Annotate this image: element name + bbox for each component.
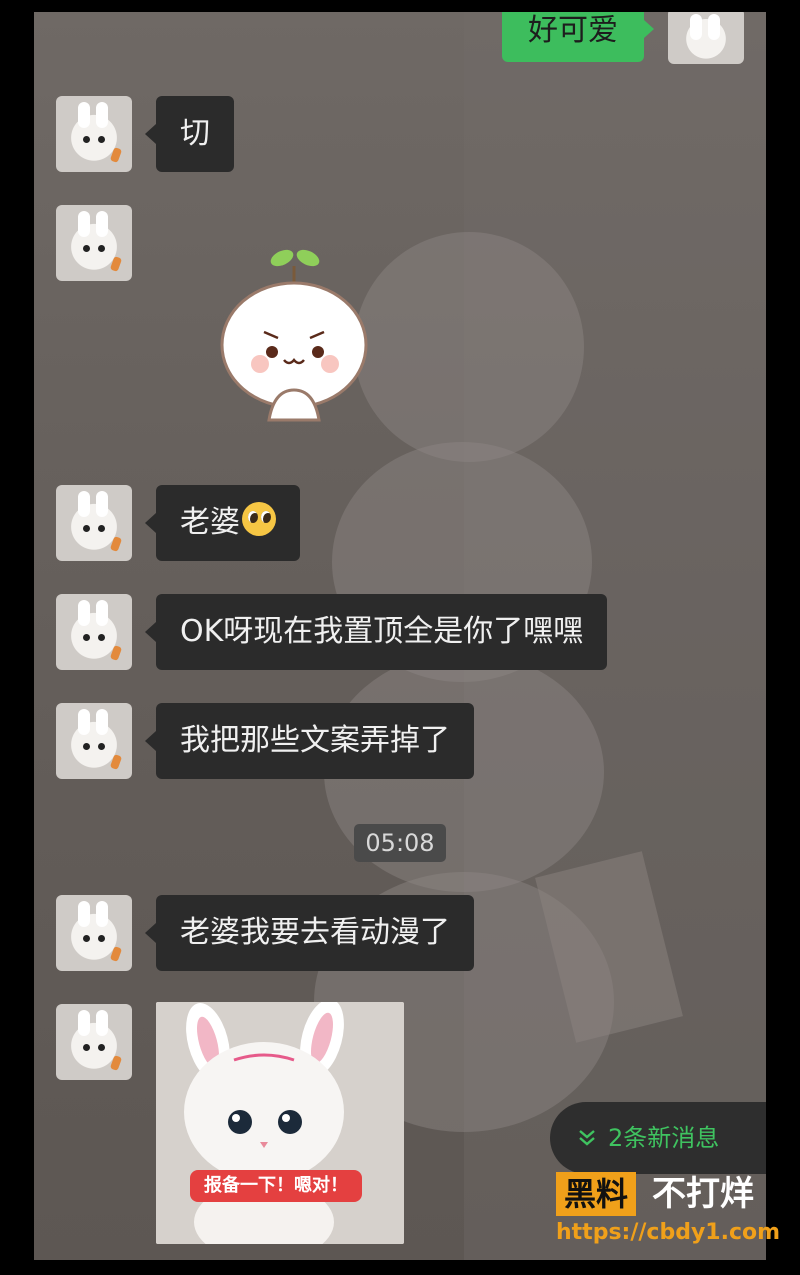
pleading-face-icon xyxy=(242,502,276,536)
message-text: 我把那些文案弄掉了 xyxy=(180,723,450,758)
new-messages-button[interactable]: 2条新消息 xyxy=(550,1102,766,1174)
my-message-bubble[interactable]: 好可爱 xyxy=(502,12,654,62)
my-message-text: 好可爱 xyxy=(528,13,618,48)
my-avatar[interactable] xyxy=(668,12,744,64)
message-text: 老婆我要去看动漫了 xyxy=(180,915,450,950)
chat-screen: 好可爱 切 老婆 OK呀现在我置顶全是你了嘿嘿 我把那些文案弄掉了 05:08 … xyxy=(34,12,766,1260)
contact-avatar[interactable] xyxy=(56,205,132,281)
avatar-ear xyxy=(708,14,720,40)
cat-photo-image xyxy=(156,1002,404,1244)
message-text: 切 xyxy=(180,116,210,151)
message-bubble[interactable]: OK呀现在我置顶全是你了嘿嘿 xyxy=(144,594,608,670)
contact-avatar[interactable] xyxy=(56,703,132,779)
sticker-sprout-face[interactable] xyxy=(214,240,374,430)
photo-caption: 报备一下！嗯对！ xyxy=(190,1170,362,1202)
photo-message[interactable]: 报备一下！嗯对！ xyxy=(156,1002,404,1244)
watermark-brand-text: 不打烊 xyxy=(652,1174,754,1214)
avatar-ear xyxy=(690,14,702,40)
double-chevron-down-icon xyxy=(579,1130,595,1146)
timestamp: 05:08 xyxy=(354,824,446,862)
message-bubble[interactable]: 老婆我要去看动漫了 xyxy=(145,895,474,971)
watermark-brand-box: 黑料 xyxy=(556,1172,637,1216)
watermark-url: https://cbdy1.com xyxy=(556,1220,781,1245)
background-plush xyxy=(354,232,584,462)
message-text: 老婆 xyxy=(180,505,240,540)
message-text: OK呀现在我置顶全是你了嘿嘿 xyxy=(180,614,584,649)
contact-avatar[interactable] xyxy=(56,594,132,670)
contact-avatar[interactable] xyxy=(56,895,132,971)
contact-avatar[interactable] xyxy=(56,96,132,172)
message-bubble[interactable]: 我把那些文案弄掉了 xyxy=(145,703,474,779)
new-messages-label: 2条新消息 xyxy=(608,1124,720,1152)
contact-avatar[interactable] xyxy=(56,485,132,561)
message-bubble[interactable]: 老婆 xyxy=(145,485,300,561)
watermark: 黑料 不打烊 https://cbdy1.com xyxy=(556,1172,780,1252)
message-bubble[interactable]: 切 xyxy=(145,96,234,172)
contact-avatar[interactable] xyxy=(56,1004,132,1080)
